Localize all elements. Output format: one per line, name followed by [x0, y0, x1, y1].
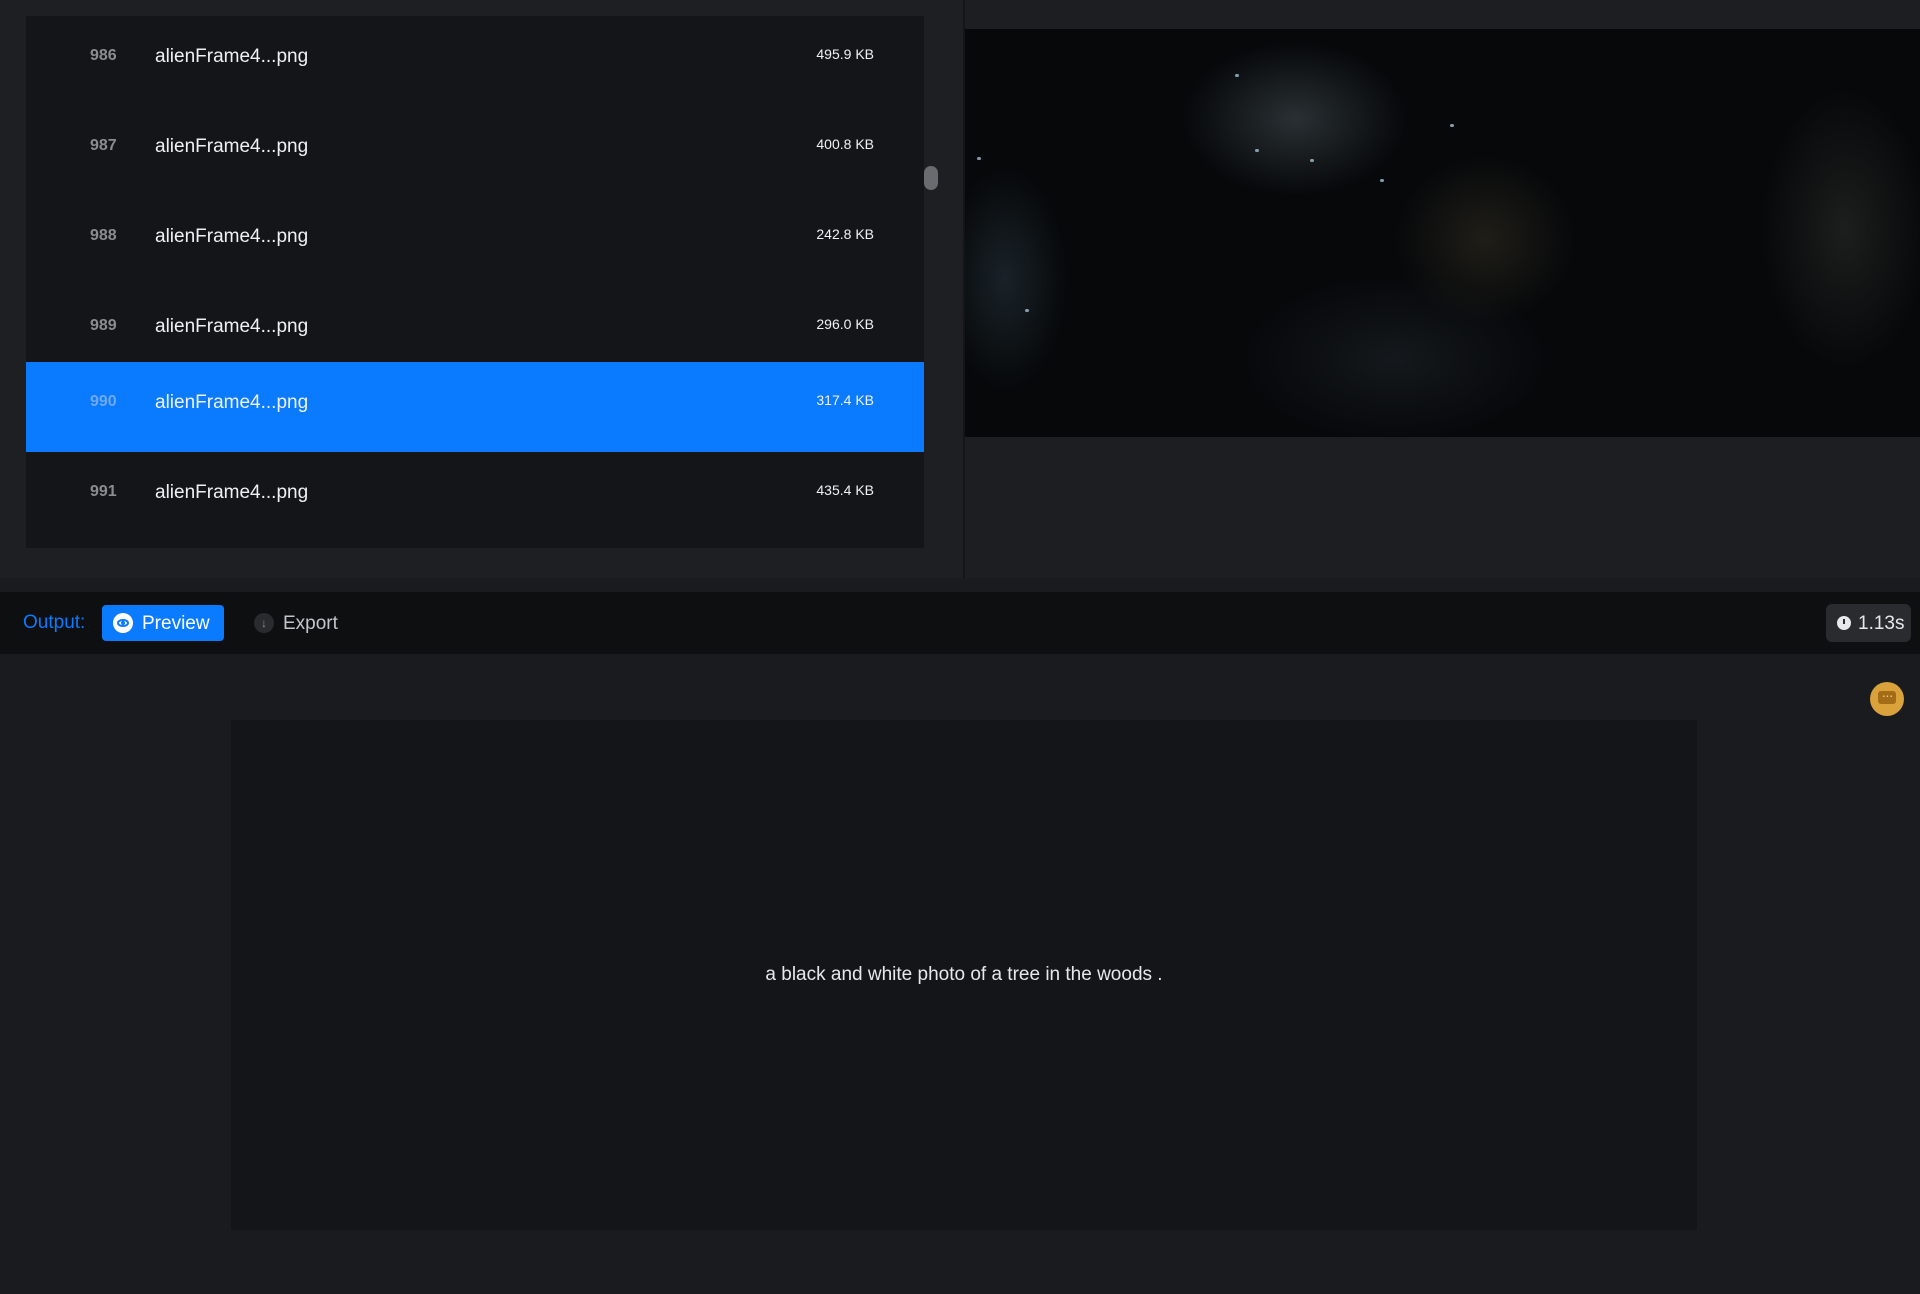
file-name: alienFrame4...png [155, 136, 309, 157]
export-button[interactable]: ↓ Export [252, 605, 352, 641]
file-index: 991 [90, 483, 117, 500]
output-label: Output: [23, 612, 86, 633]
clock-icon [1837, 616, 1851, 630]
elapsed-time-badge: 1.13s [1826, 604, 1911, 642]
frame-image [965, 29, 1920, 437]
file-size: 296.0 KB [816, 316, 874, 332]
file-index: 986 [90, 47, 117, 64]
file-row[interactable]: 988 alienFrame4...png 242.8 KB [26, 196, 924, 286]
chat-bubble-icon[interactable] [1870, 682, 1904, 716]
file-index: 987 [90, 137, 117, 154]
file-row[interactable]: 991 alienFrame4...png 435.4 KB [26, 452, 924, 542]
file-name: alienFrame4...png [155, 316, 309, 337]
file-row[interactable]: 987 alienFrame4...png 400.8 KB [26, 106, 924, 196]
file-size: 495.9 KB [816, 46, 874, 62]
file-index: 988 [90, 227, 117, 244]
file-name: alienFrame4...png [155, 482, 309, 503]
elapsed-time: 1.13s [1858, 613, 1905, 634]
file-row-selected[interactable]: 990 alienFrame4...png 317.4 KB [26, 362, 924, 452]
image-highlight [1310, 159, 1314, 162]
file-size: 317.4 KB [816, 392, 874, 408]
file-list: 986 alienFrame4...png 495.9 KB 987 alien… [26, 16, 924, 548]
download-icon: ↓ [254, 613, 274, 633]
image-highlight [1255, 149, 1259, 152]
file-size: 242.8 KB [816, 226, 874, 242]
file-index: 989 [90, 317, 117, 334]
image-highlight [1235, 74, 1239, 77]
export-button-label: Export [283, 613, 338, 634]
caption-panel: a black and white photo of a tree in the… [231, 720, 1697, 1230]
image-highlight [1450, 124, 1454, 127]
preview-button[interactable]: Preview [102, 605, 224, 641]
file-name: alienFrame4...png [155, 46, 309, 67]
file-index: 990 [90, 393, 117, 410]
image-highlight [1025, 309, 1029, 312]
image-preview-panel [965, 0, 1920, 578]
image-highlight [1380, 179, 1384, 182]
file-list-panel: 986 alienFrame4...png 495.9 KB 987 alien… [0, 0, 965, 578]
list-scrollbar-thumb[interactable] [924, 166, 938, 190]
file-name: alienFrame4...png [155, 392, 309, 413]
output-toolbar: Output: Preview ↓ Export 1.13s [0, 592, 1920, 654]
preview-button-label: Preview [142, 613, 210, 634]
file-size: 400.8 KB [816, 136, 874, 152]
eye-icon [113, 613, 133, 633]
output-area: a black and white photo of a tree in the… [0, 654, 1920, 1294]
file-row[interactable]: 986 alienFrame4...png 495.9 KB [26, 16, 924, 106]
file-size: 435.4 KB [816, 482, 874, 498]
file-name: alienFrame4...png [155, 226, 309, 247]
caption-text: a black and white photo of a tree in the… [765, 964, 1163, 985]
image-highlight [977, 157, 981, 160]
